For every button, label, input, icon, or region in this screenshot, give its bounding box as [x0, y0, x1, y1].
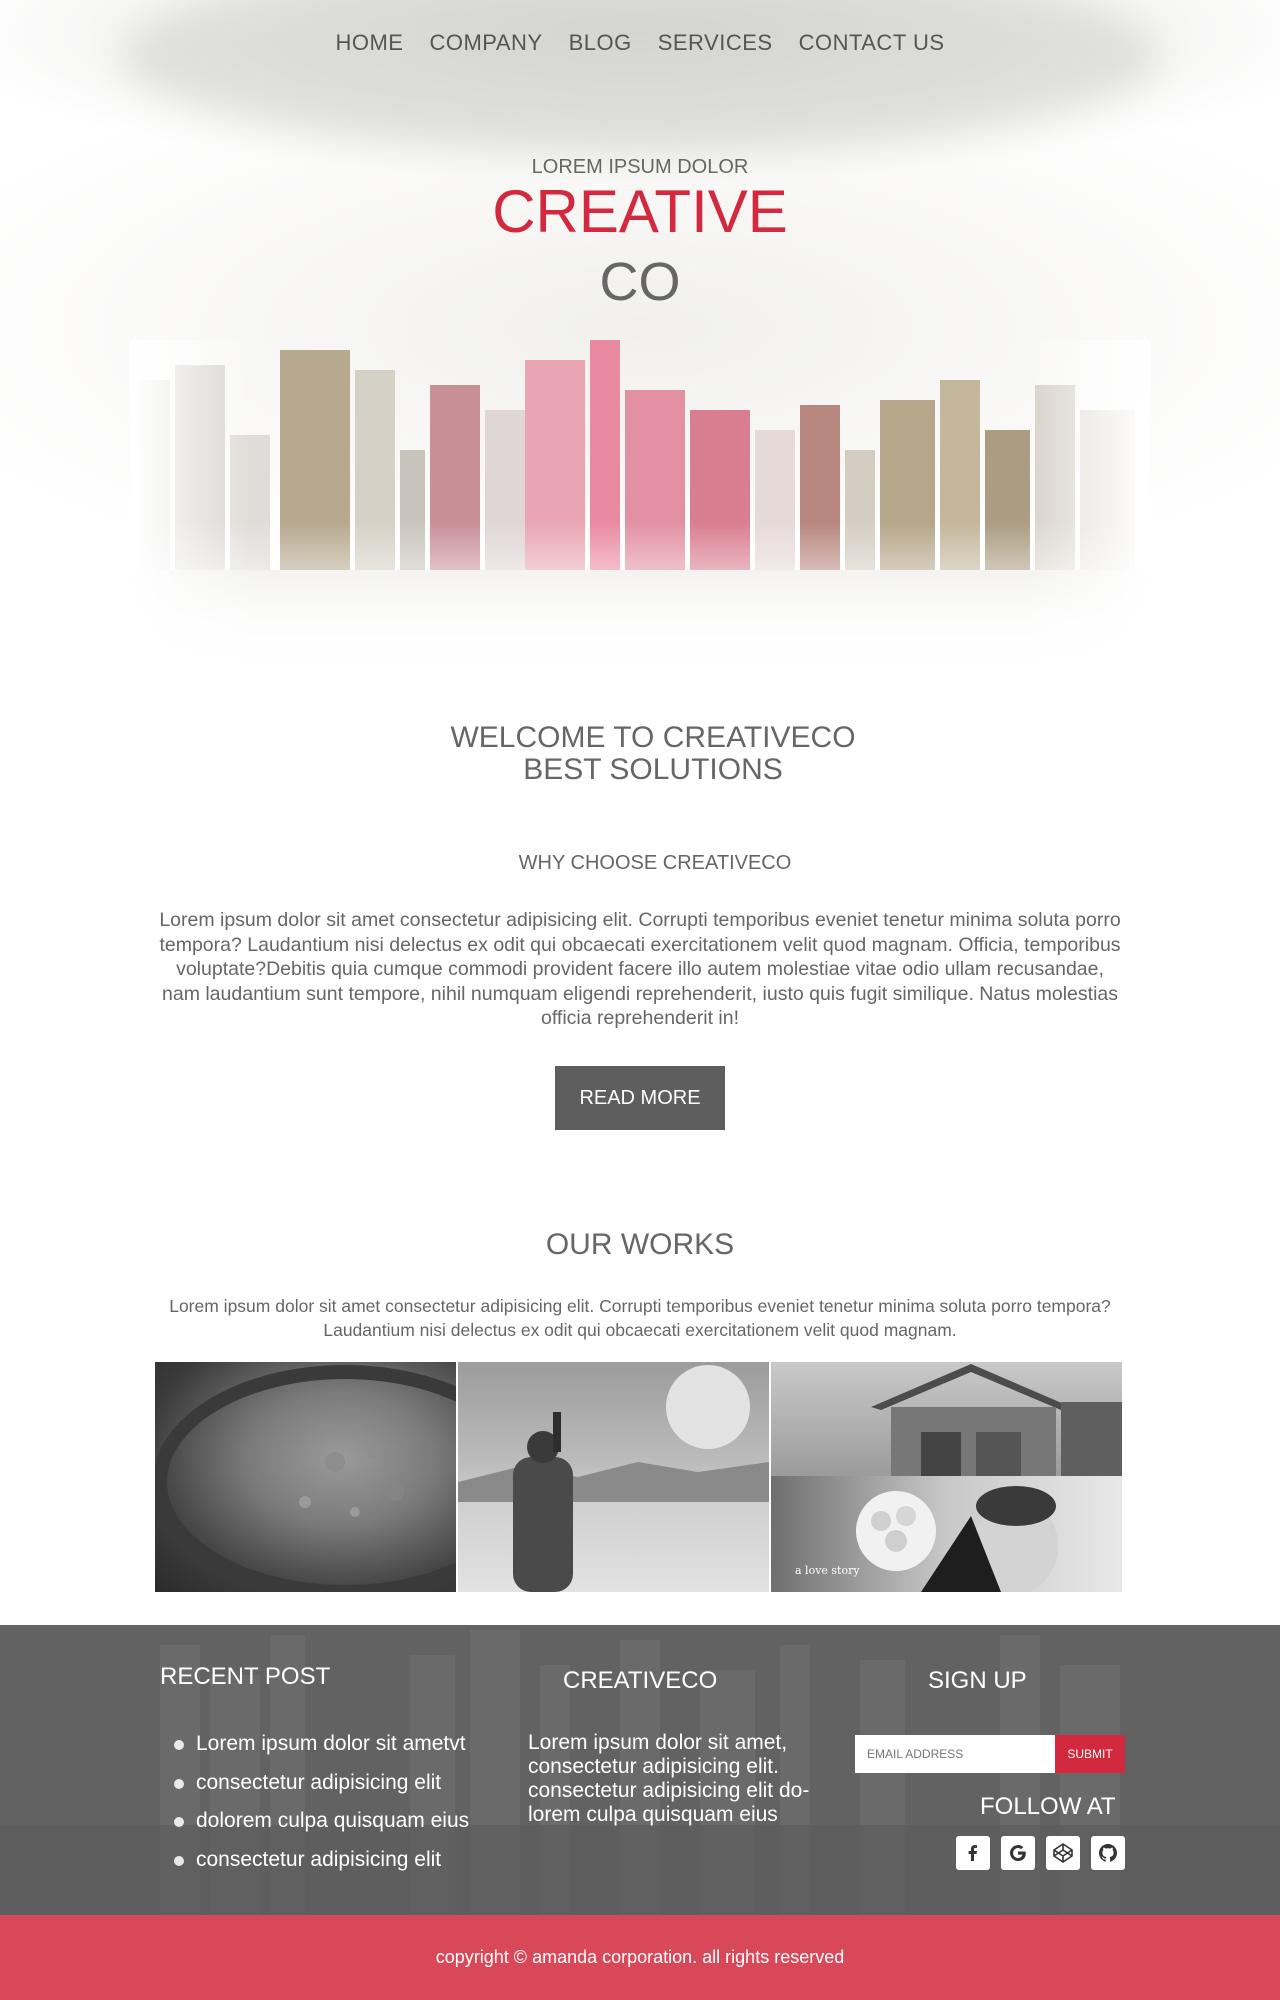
welcome-line-2: BEST SOLUTIONS	[523, 753, 783, 786]
social-icons	[956, 1836, 1125, 1870]
hero-section: HOME COMPANY BLOG SERVICES CONTACT US LO…	[0, 0, 1280, 820]
footer: RECENT POST Lorem ipsum dolor sit ametvt…	[0, 1625, 1280, 1915]
follow-heading: FOLLOW AT	[980, 1793, 1116, 1820]
recent-post-item[interactable]: Lorem ipsum dolor sit ametvt	[172, 1725, 469, 1764]
nav-home[interactable]: HOME	[335, 30, 403, 56]
github-icon[interactable]	[1091, 1836, 1125, 1870]
brand-text: Lorem ipsum dolor sit amet, consectetur …	[528, 1731, 810, 1826]
facebook-icon[interactable]	[956, 1836, 990, 1870]
signup-heading: SIGN UP	[928, 1667, 1027, 1694]
cloud-decoration	[120, 0, 1160, 150]
recent-post-item[interactable]: dolorem culpa quisquam eius	[172, 1802, 469, 1841]
nav-contact[interactable]: CONTACT US	[799, 30, 945, 56]
main-nav: HOME COMPANY BLOG SERVICES CONTACT US	[0, 30, 1280, 56]
gallery-coffee-image[interactable]	[155, 1362, 456, 1592]
gallery-house-image[interactable]	[771, 1362, 1122, 1476]
hero-kicker: LOREM IPSUM DOLOR	[531, 156, 749, 178]
google-icon[interactable]	[1001, 1836, 1035, 1870]
email-input[interactable]	[855, 1735, 1055, 1773]
nav-company[interactable]: COMPANY	[429, 30, 542, 56]
hero-title: CREATIVE	[492, 178, 788, 245]
welcome-heading: WELCOME TO CREATIVECO BEST SOLUTIONS	[0, 722, 1280, 786]
copyright-bar: copyright © amanda corporation. all righ…	[0, 1915, 1280, 2000]
gallery-soldier-image[interactable]	[458, 1362, 769, 1592]
gallery-wedding-image[interactable]: a love story	[771, 1476, 1122, 1592]
submit-button[interactable]: SUBMIT	[1055, 1735, 1125, 1773]
nav-blog[interactable]: BLOG	[569, 30, 632, 56]
hero-subtitle: CO	[599, 252, 681, 312]
codepen-icon[interactable]	[1046, 1836, 1080, 1870]
nav-services[interactable]: SERVICES	[658, 30, 773, 56]
intro-paragraph: Lorem ipsum dolor sit amet consectetur a…	[159, 909, 1121, 1029]
wedding-caption: a love story	[795, 1564, 860, 1577]
why-heading: WHY CHOOSE CREATIVECO	[518, 852, 792, 874]
welcome-line-1: WELCOME TO CREATIVECO	[450, 721, 856, 754]
recent-post-item[interactable]: consectetur adipisicing elit	[172, 1764, 469, 1803]
recent-post-list: Lorem ipsum dolor sit ametvt consectetur…	[172, 1725, 469, 1879]
read-more-button[interactable]: READ MORE	[555, 1066, 725, 1130]
works-paragraph: Lorem ipsum dolor sit amet consectetur a…	[169, 1296, 1111, 1340]
works-heading: OUR WORKS	[545, 1228, 735, 1261]
recent-post-item[interactable]: consectetur adipisicing elit	[172, 1841, 469, 1880]
city-skyline-image	[130, 340, 1150, 670]
brand-heading: CREATIVECO	[563, 1667, 718, 1694]
works-gallery: a love story	[155, 1362, 1122, 1592]
recent-post-heading: RECENT POST	[160, 1663, 331, 1690]
